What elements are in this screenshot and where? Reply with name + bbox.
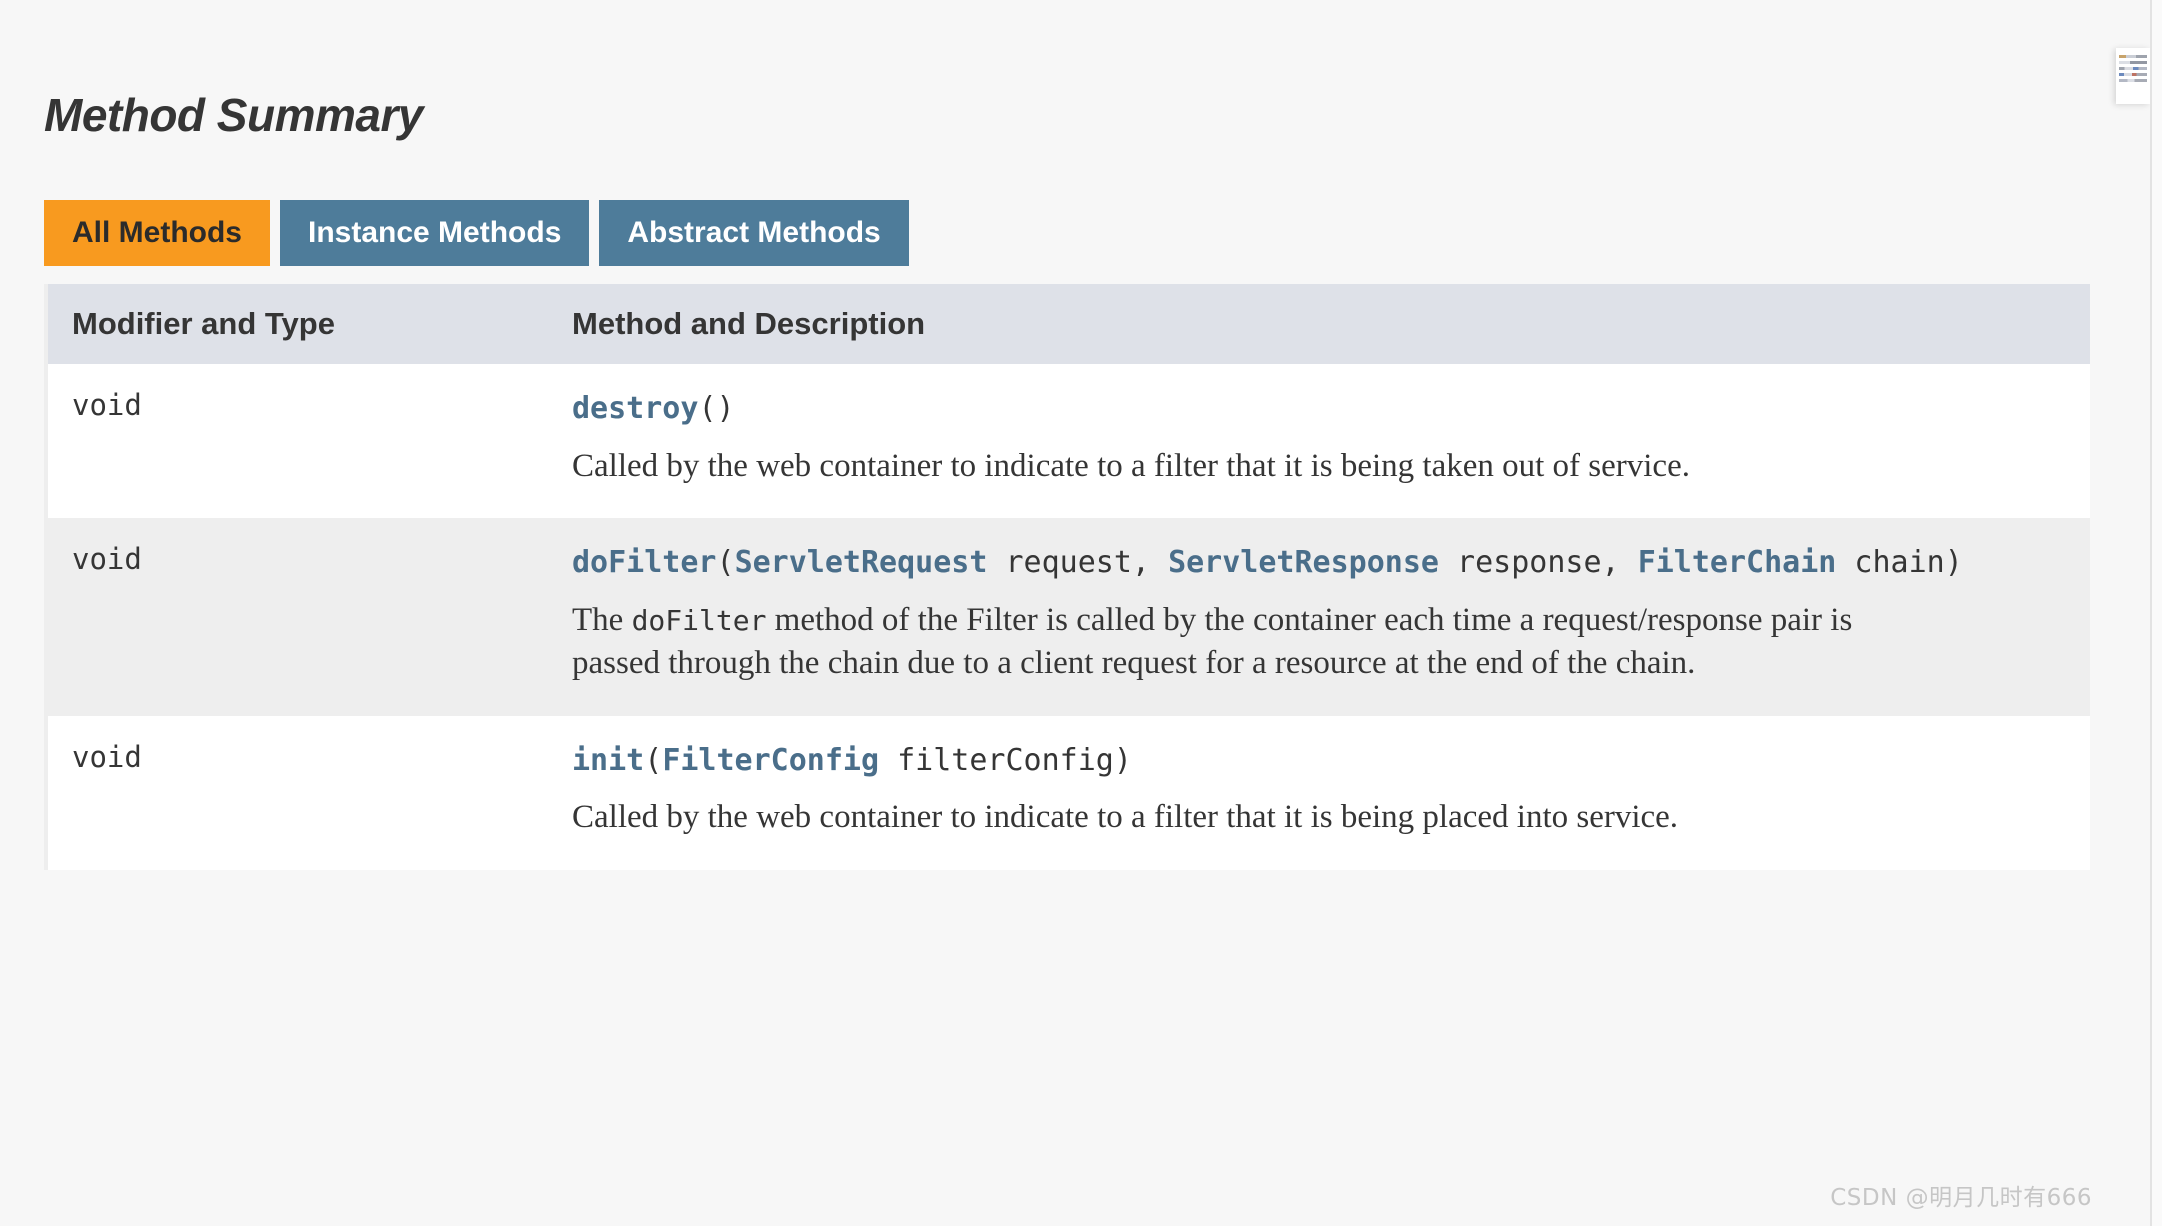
type-link[interactable]: init bbox=[572, 743, 644, 778]
tab-instance-methods[interactable]: Instance Methods bbox=[280, 200, 590, 266]
method-filter-tabs: All Methods Instance Methods Abstract Me… bbox=[44, 200, 909, 266]
cell-modifier-type: void bbox=[48, 716, 528, 870]
column-header-label: Modifier and Type bbox=[72, 306, 335, 341]
text-run: () bbox=[698, 391, 735, 426]
return-type: void bbox=[72, 388, 142, 422]
method-description: The doFilter method of the Filter is cal… bbox=[572, 599, 1927, 686]
text-run: Called by the web container to indicate … bbox=[572, 447, 1690, 484]
documentation-page: Method Summary All Methods Instance Meth… bbox=[0, 0, 2120, 1226]
column-header-label: Method and Description bbox=[572, 306, 926, 341]
method-description: Called by the web container to indicate … bbox=[572, 796, 1927, 840]
text-run: request, bbox=[987, 545, 1169, 581]
text-run: chain) bbox=[1836, 545, 1963, 581]
type-link[interactable]: ServletResponse bbox=[1168, 545, 1439, 580]
popup-text-line bbox=[2119, 73, 2147, 76]
method-description: Called by the web container to indicate … bbox=[572, 445, 1927, 489]
inline-code: doFilter bbox=[631, 603, 767, 637]
method-signature[interactable]: doFilter(ServletRequest request, Servlet… bbox=[572, 542, 2060, 585]
cell-method-description: doFilter(ServletRequest request, Servlet… bbox=[528, 518, 2090, 716]
type-link[interactable]: FilterConfig bbox=[662, 743, 879, 778]
table-header-row: Modifier and Type Method and Description bbox=[48, 284, 2090, 364]
type-link[interactable]: ServletRequest bbox=[735, 545, 988, 580]
type-link[interactable]: doFilter bbox=[572, 545, 717, 580]
page-right-border bbox=[2150, 0, 2152, 1226]
return-type: void bbox=[72, 739, 142, 774]
tab-all-methods[interactable]: All Methods bbox=[44, 200, 270, 266]
cell-method-description: init(FilterConfig filterConfig) Called b… bbox=[528, 716, 2090, 870]
table-row: void destroy() Called by the web contain… bbox=[48, 364, 2090, 519]
text-run: response, bbox=[1439, 545, 1638, 581]
text-run: ( bbox=[644, 742, 663, 778]
table-row: void doFilter(ServletRequest request, Se… bbox=[48, 518, 2090, 716]
tab-all-methods-label: All Methods bbox=[72, 216, 242, 249]
method-summary-table: Modifier and Type Method and Description… bbox=[44, 284, 2090, 870]
table-row: void init(FilterConfig filterConfig) Cal… bbox=[48, 715, 2090, 870]
text-run: filterConfig) bbox=[879, 742, 1132, 778]
return-type: void bbox=[72, 542, 142, 577]
text-run: The bbox=[572, 601, 632, 638]
type-link[interactable]: FilterChain bbox=[1638, 545, 1837, 580]
method-signature[interactable]: init(FilterConfig filterConfig) bbox=[572, 740, 2060, 783]
method-signature[interactable]: destroy() bbox=[572, 388, 2060, 431]
cell-modifier-type: void bbox=[48, 364, 528, 518]
page-title: Method Summary bbox=[44, 88, 423, 141]
cell-modifier-type: void bbox=[48, 518, 528, 716]
popup-text-line bbox=[2119, 55, 2147, 58]
text-run: ( bbox=[716, 545, 735, 581]
popup-text-line bbox=[2119, 79, 2147, 82]
header-cell-method-and-description: Method and Description bbox=[528, 284, 2090, 364]
header-cell-modifier-and-type: Modifier and Type bbox=[48, 284, 528, 364]
popup-text-line bbox=[2119, 61, 2147, 64]
text-run: Called by the web container to indicate … bbox=[572, 799, 1679, 836]
popup-text-line bbox=[2119, 67, 2147, 70]
clipped-popup-panel[interactable] bbox=[2116, 48, 2150, 104]
tab-abstract-methods[interactable]: Abstract Methods bbox=[599, 200, 909, 266]
tab-abstract-methods-label: Abstract Methods bbox=[627, 216, 881, 249]
page-right-gutter bbox=[2152, 0, 2162, 1226]
tab-instance-methods-label: Instance Methods bbox=[308, 216, 562, 249]
cell-method-description: destroy() Called by the web container to… bbox=[528, 364, 2090, 518]
type-link[interactable]: destroy bbox=[572, 391, 698, 426]
watermark: CSDN @明月几时有666 bbox=[1830, 1185, 2092, 1211]
